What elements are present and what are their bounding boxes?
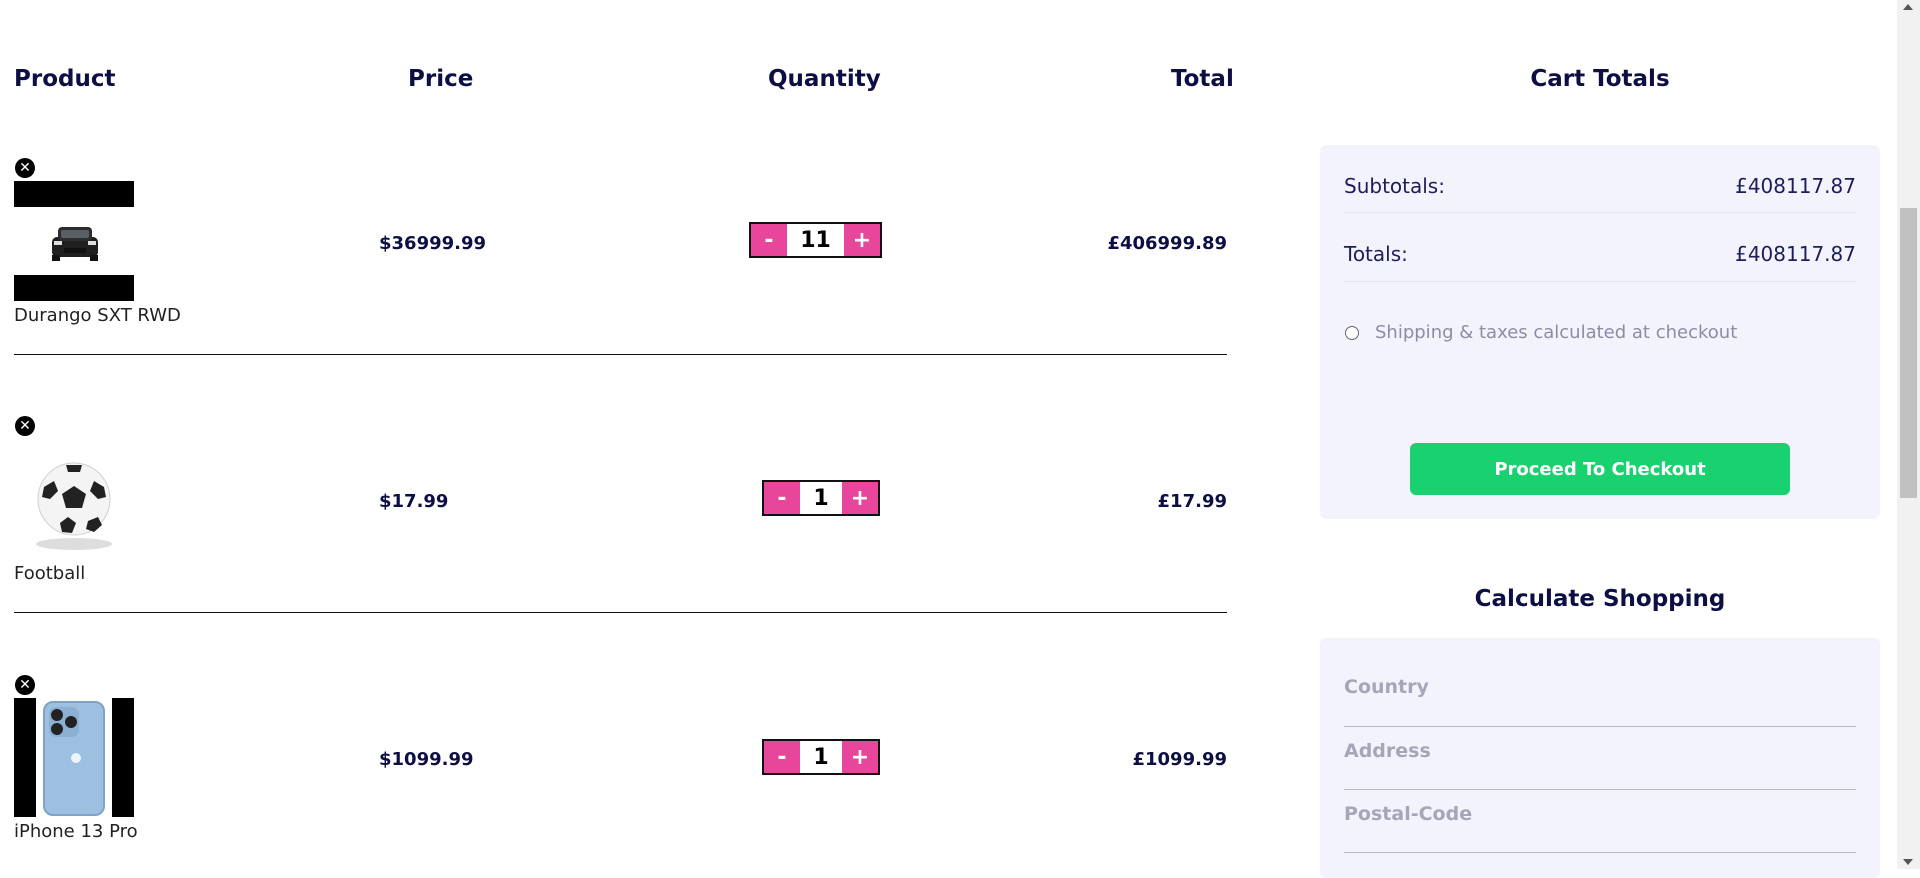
totals-value: £408117.87 xyxy=(1735,242,1856,266)
remove-item-icon[interactable]: ✕ xyxy=(15,416,35,436)
quantity-value[interactable]: 11 xyxy=(787,224,844,256)
product-price: $1099.99 xyxy=(379,749,474,770)
quantity-stepper: - 1 + xyxy=(762,739,880,775)
scroll-down-arrow[interactable] xyxy=(1903,859,1913,865)
quantity-value[interactable]: 1 xyxy=(800,741,842,773)
subtotals-label: Subtotals: xyxy=(1344,174,1445,198)
product-image-football xyxy=(14,439,134,559)
address-underline xyxy=(1344,789,1856,790)
phone-icon xyxy=(43,701,105,816)
product-price: $17.99 xyxy=(379,491,449,512)
increment-button[interactable]: + xyxy=(842,482,878,514)
row-divider xyxy=(14,354,1227,355)
scrollbar[interactable] xyxy=(1897,0,1920,869)
header-quantity: Quantity xyxy=(768,66,881,92)
calculate-shopping-title: Calculate Shopping xyxy=(1474,586,1726,612)
cart-totals-title: Cart Totals xyxy=(1530,66,1670,92)
increment-button[interactable]: + xyxy=(842,741,878,773)
header-price: Price xyxy=(408,66,474,92)
totals-row: Totals: £408117.87 xyxy=(1344,242,1856,266)
scrollbar-thumb[interactable] xyxy=(1900,208,1917,498)
decrement-button[interactable]: - xyxy=(764,482,800,514)
scroll-up-arrow[interactable] xyxy=(1903,4,1913,10)
product-price: $36999.99 xyxy=(379,233,487,254)
shipping-radio[interactable] xyxy=(1345,326,1359,340)
proceed-checkout-button[interactable]: Proceed To Checkout xyxy=(1410,443,1790,495)
line-total: £1099.99 xyxy=(1132,749,1227,770)
header-total: Total xyxy=(1171,66,1234,92)
line-total: £17.99 xyxy=(1157,491,1227,512)
postal-underline xyxy=(1344,852,1856,853)
quantity-value[interactable]: 1 xyxy=(800,482,842,514)
increment-button[interactable]: + xyxy=(844,224,880,256)
product-name: Football xyxy=(14,563,86,584)
remove-item-icon[interactable]: ✕ xyxy=(15,675,35,695)
quantity-stepper: - 1 + xyxy=(762,480,880,516)
football-icon xyxy=(36,462,112,550)
postal-code-input[interactable]: Postal-Code xyxy=(1344,803,1856,825)
totals-divider xyxy=(1344,212,1856,213)
totals-label: Totals: xyxy=(1344,242,1408,266)
quantity-stepper: - 11 + xyxy=(749,222,882,258)
subtotals-row: Subtotals: £408117.87 xyxy=(1344,174,1856,198)
product-name: iPhone 13 Pro xyxy=(14,821,138,842)
product-image-phone xyxy=(14,698,134,817)
decrement-button[interactable]: - xyxy=(764,741,800,773)
subtotals-value: £408117.87 xyxy=(1735,174,1856,198)
shipping-note: Shipping & taxes calculated at checkout xyxy=(1375,322,1738,343)
product-image-car xyxy=(14,181,134,301)
car-icon xyxy=(52,227,98,261)
remove-item-icon[interactable]: ✕ xyxy=(15,158,35,178)
totals-divider xyxy=(1344,281,1856,282)
product-name: Durango SXT RWD xyxy=(14,305,181,326)
decrement-button[interactable]: - xyxy=(751,224,787,256)
country-input[interactable]: Country xyxy=(1344,676,1856,698)
row-divider xyxy=(14,612,1227,613)
header-product: Product xyxy=(14,66,116,92)
country-underline xyxy=(1344,726,1856,727)
line-total: £406999.89 xyxy=(1107,233,1227,254)
address-input[interactable]: Address xyxy=(1344,740,1856,762)
